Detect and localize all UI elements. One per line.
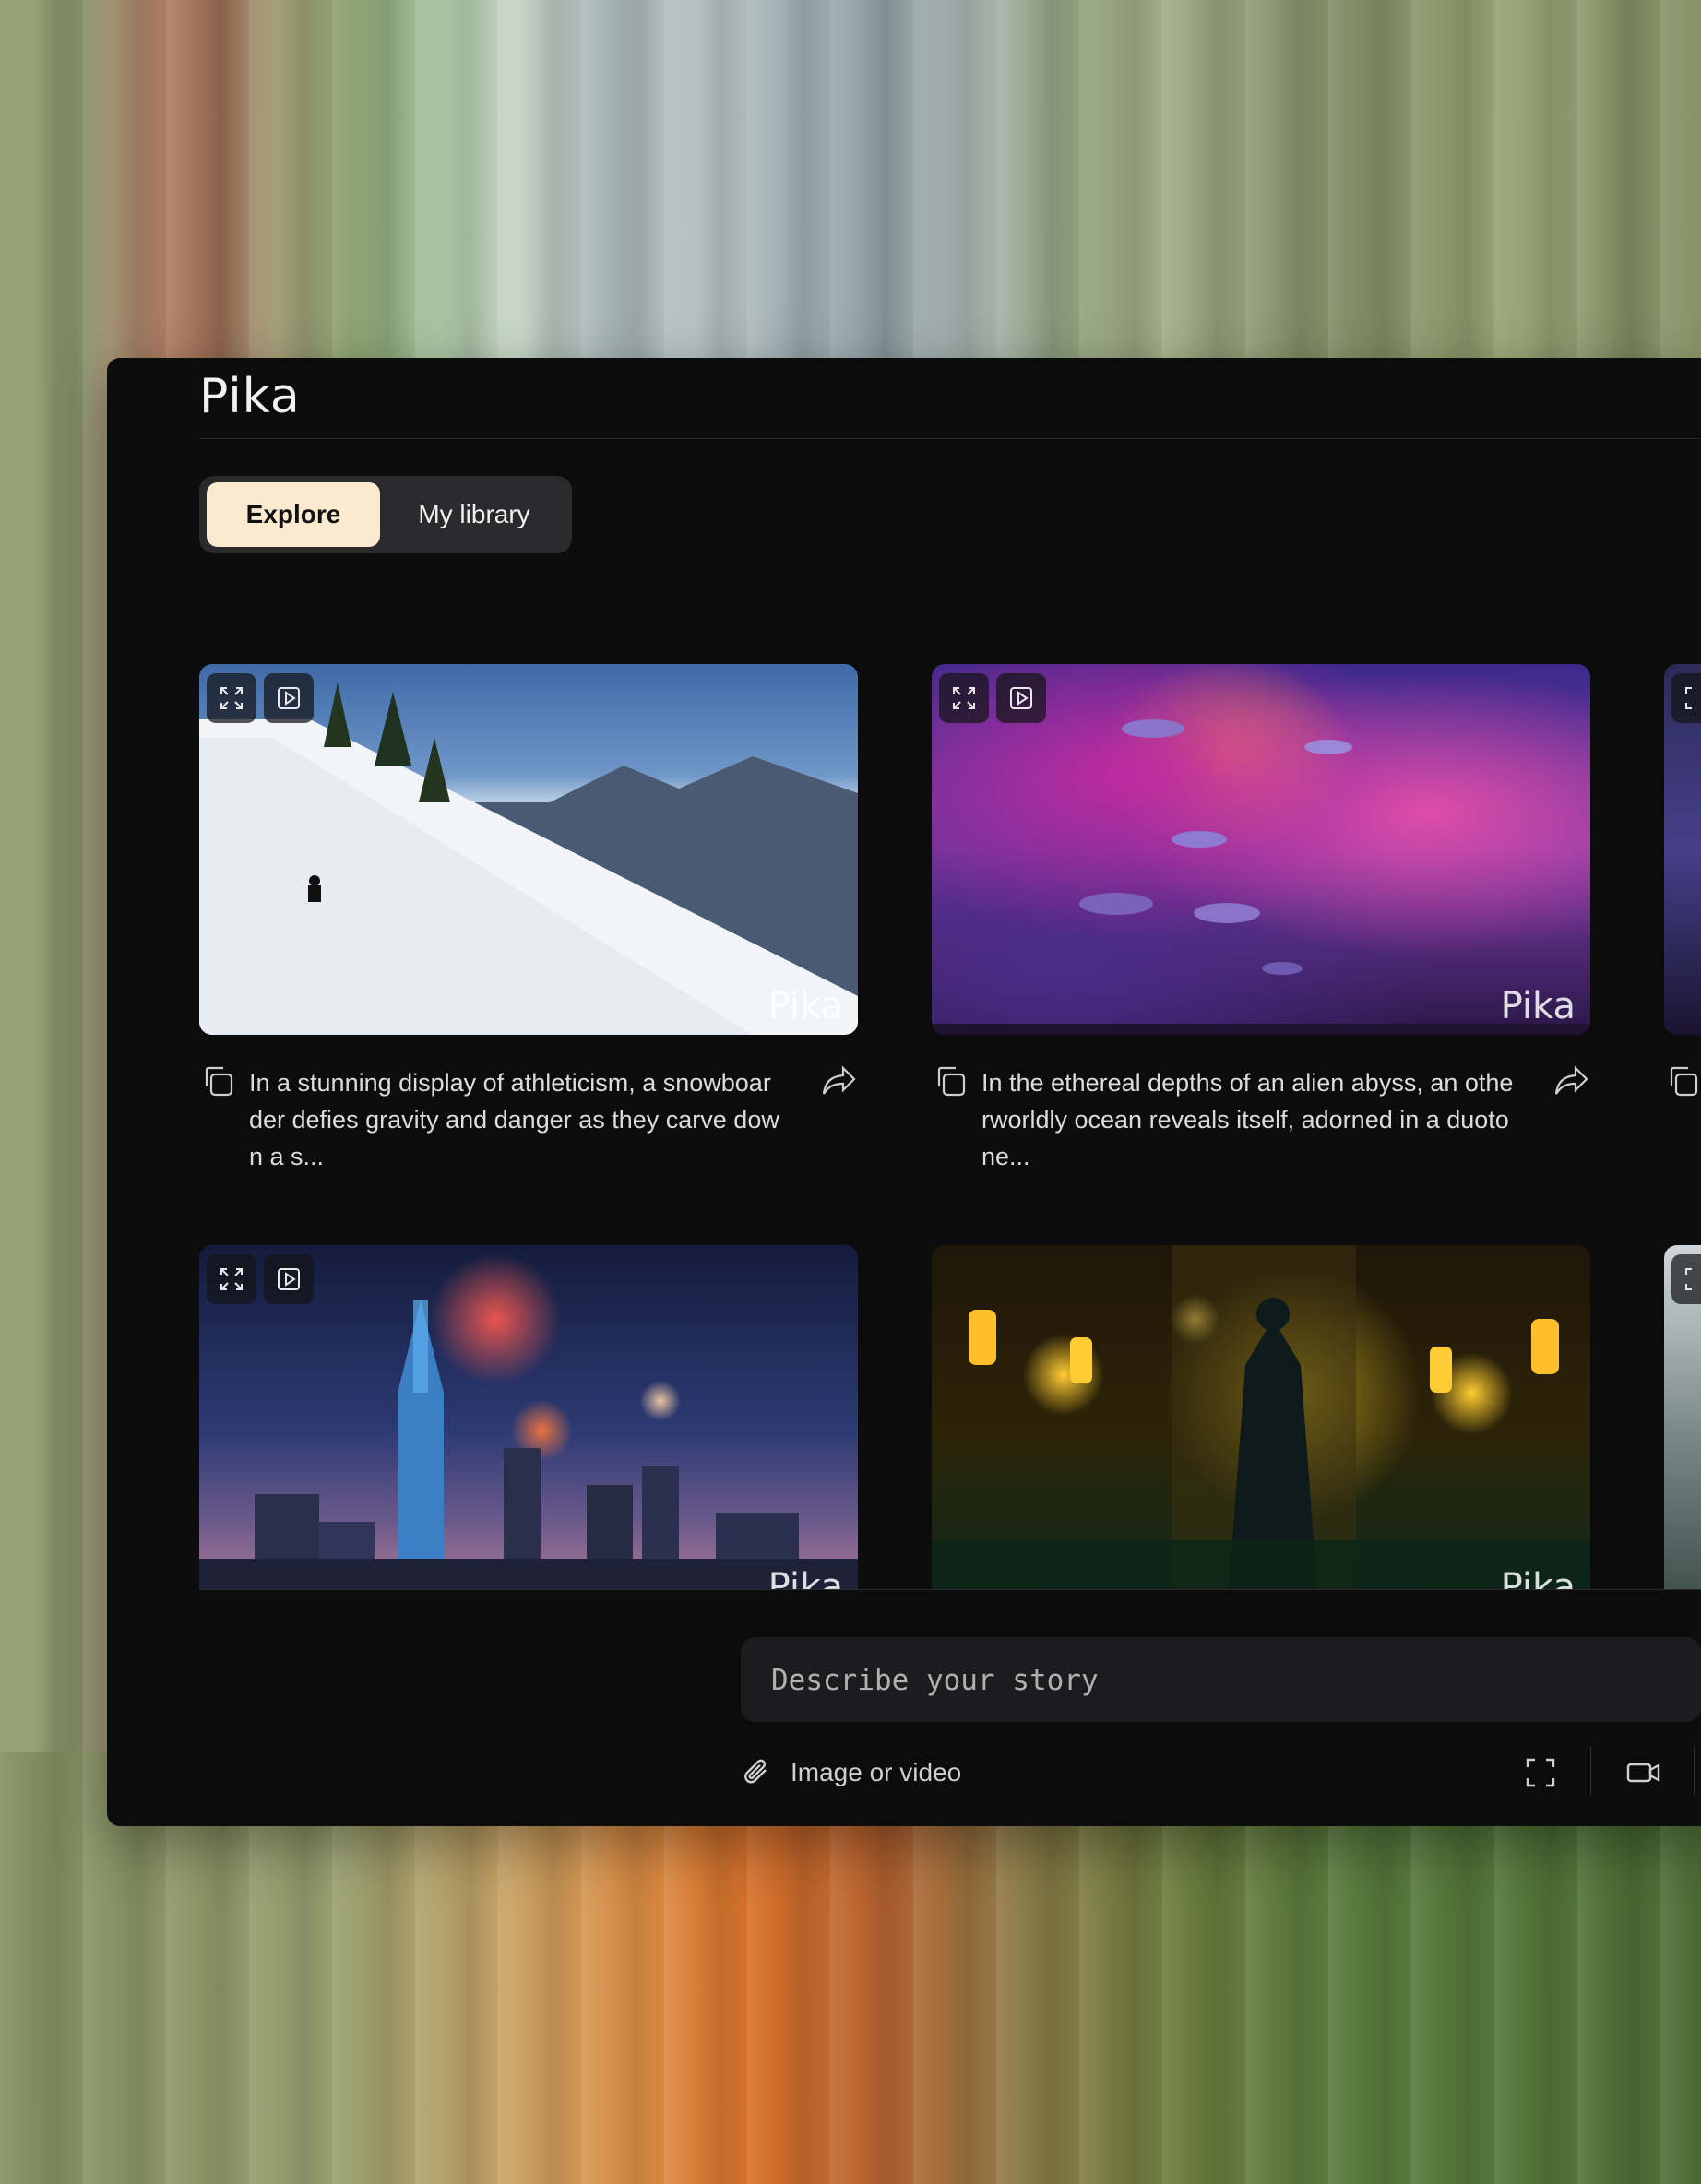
- video-card-1: Pika In a stunning display of athleticis…: [199, 664, 858, 1175]
- video-card-4: Pika: [199, 1245, 858, 1590]
- paperclip-icon: [744, 1759, 767, 1784]
- watermark: Pika: [1500, 985, 1576, 1027]
- view-tabs: Explore My library: [199, 476, 572, 553]
- video-card-6-partial: [1664, 1245, 1701, 1590]
- video-thumbnail[interactable]: [1664, 1245, 1701, 1590]
- share-icon[interactable]: [1553, 1064, 1590, 1098]
- toolbar-separator: [1590, 1747, 1591, 1795]
- watermark: Pika: [1500, 1566, 1576, 1590]
- attach-label: Image or video: [791, 1758, 962, 1786]
- temple-scene-art: [932, 1245, 1590, 1590]
- video-card-2: Pika In the ethereal depths of an alien …: [932, 664, 1590, 1175]
- share-icon[interactable]: [821, 1064, 858, 1098]
- card-caption: In the ethereal depths of an alien abyss…: [932, 1064, 1590, 1175]
- video-thumbnail[interactable]: Pika: [932, 1245, 1590, 1590]
- prompt-composer: [741, 1637, 1701, 1724]
- caption-text: In a stunning display of athleticism, a …: [249, 1069, 779, 1170]
- caption-text: In the ethereal depths of an alien abyss…: [981, 1069, 1514, 1170]
- video-thumbnail[interactable]: Pika: [932, 664, 1590, 1035]
- watermark: Pika: [767, 985, 843, 1027]
- play-icon[interactable]: [264, 1254, 314, 1304]
- tab-my-library[interactable]: My library: [384, 482, 565, 547]
- video-card-3-partial: [1664, 664, 1701, 1175]
- card-caption: [1664, 1064, 1701, 1175]
- video-thumbnail[interactable]: Pika: [199, 664, 858, 1035]
- card-caption: In a stunning display of athleticism, a …: [199, 1064, 858, 1175]
- play-icon[interactable]: [996, 673, 1046, 723]
- brand-logo: Pika: [199, 369, 301, 424]
- video-camera-icon[interactable]: [1625, 1754, 1662, 1791]
- expand-icon[interactable]: [207, 673, 256, 723]
- video-thumbnail[interactable]: Pika: [199, 1245, 858, 1590]
- header-divider: [199, 438, 1701, 439]
- toolbar-separator: [1694, 1747, 1695, 1795]
- prompt-input[interactable]: [741, 1637, 1701, 1724]
- copy-icon[interactable]: [201, 1064, 234, 1098]
- aspect-ratio-icon[interactable]: [1522, 1754, 1559, 1791]
- video-thumbnail[interactable]: [1664, 664, 1701, 1035]
- expand-icon[interactable]: [1671, 1254, 1701, 1304]
- copy-icon[interactable]: [1666, 1064, 1699, 1098]
- expand-icon[interactable]: [207, 1254, 256, 1304]
- tab-explore[interactable]: Explore: [207, 482, 380, 547]
- video-grid-viewport: Pika In a stunning display of athleticis…: [199, 664, 1701, 1590]
- expand-icon[interactable]: [1671, 673, 1701, 723]
- play-icon[interactable]: [264, 673, 314, 723]
- composer-divider: [199, 1589, 1701, 1590]
- video-card-5: Pika: [932, 1245, 1590, 1590]
- copy-icon[interactable]: [934, 1064, 967, 1098]
- watermark: Pika: [767, 1566, 843, 1590]
- attach-media-button[interactable]: Image or video: [741, 1752, 961, 1793]
- expand-icon[interactable]: [939, 673, 989, 723]
